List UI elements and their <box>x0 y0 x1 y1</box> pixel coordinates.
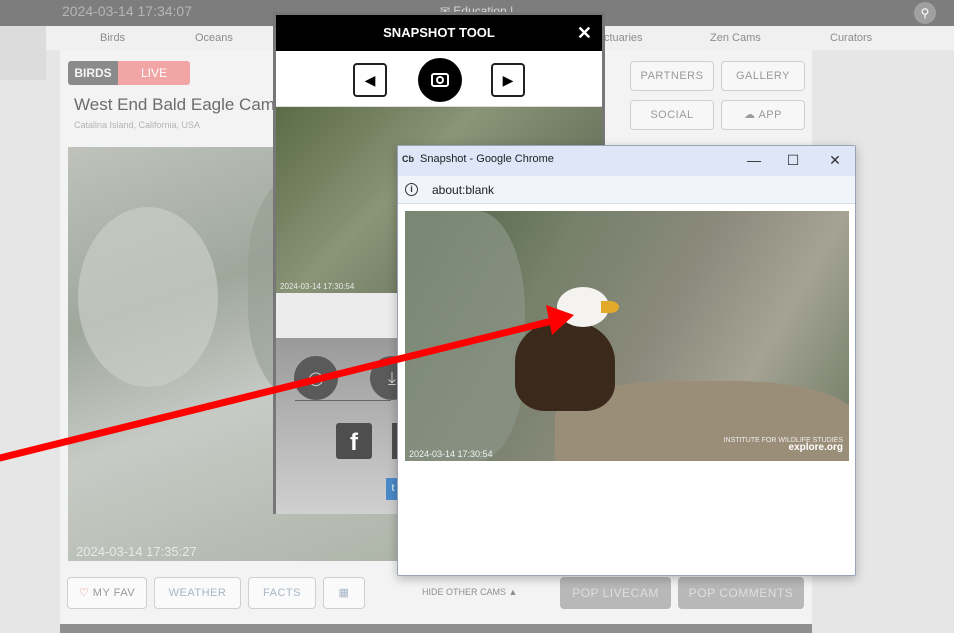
pop-livecam-button[interactable]: POP LIVECAM <box>560 577 671 609</box>
my-fav-button[interactable]: ♡ MY FAV <box>67 577 147 609</box>
nav-item-sanctuaries[interactable]: ctuaries <box>604 32 643 44</box>
chrome-popup-window: Cb Snapshot - Google Chrome — ☐ ✕ i abou… <box>397 145 856 576</box>
nav-item-curators[interactable]: Curators <box>830 32 872 44</box>
heart-icon: ♡ <box>78 587 90 599</box>
calendar-icon: ▦ <box>338 587 350 599</box>
fingerprint-share-icon[interactable]: ◎ <box>294 356 338 400</box>
cam-location: Catalina Island, California, USA <box>74 120 201 130</box>
left-panel <box>0 26 46 80</box>
calendar-button[interactable]: ▦ <box>323 577 365 609</box>
snapshot-tool-header: SNAPSHOT TOOL ✕ <box>276 15 602 51</box>
pop-comments-button[interactable]: POP COMMENTS <box>678 577 804 609</box>
video-timestamp: 2024-03-14 17:35:27 <box>76 544 197 559</box>
url-text: about:blank <box>432 183 495 197</box>
category-badge[interactable]: BIRDS <box>68 61 118 85</box>
snapshot-next-button[interactable]: ▶ <box>491 63 525 97</box>
facebook-icon[interactable]: f <box>336 423 372 459</box>
weather-button[interactable]: WEATHER <box>154 577 241 609</box>
search-icon[interactable]: ⚲ <box>914 2 936 24</box>
partners-button[interactable]: PARTNERS <box>630 61 714 91</box>
snapshot-controls: ◀ ▶ <box>276 51 602 107</box>
chrome-cb-icon: Cb <box>402 154 414 164</box>
live-badge: LIVE <box>118 61 190 85</box>
top-timestamp: 2024-03-14 17:34:07 <box>62 3 192 19</box>
camera-icon[interactable] <box>418 58 462 102</box>
chrome-window-title: Snapshot - Google Chrome <box>420 153 554 165</box>
chrome-title-bar[interactable]: Cb Snapshot - Google Chrome — ☐ ✕ <box>398 146 855 176</box>
eagle-body <box>515 321 615 411</box>
minimize-icon[interactable]: — <box>744 150 764 170</box>
cloud-download-icon: ☁ <box>744 109 756 121</box>
bottom-strip <box>60 624 812 633</box>
snapshot-prev-button[interactable]: ◀ <box>353 63 387 97</box>
social-button[interactable]: SOCIAL <box>630 100 714 130</box>
snapshot-image-timestamp: 2024-03-14 17:30:54 <box>409 449 493 459</box>
facts-button[interactable]: FACTS <box>248 577 316 609</box>
snapshot-image: 2024-03-14 17:30:54 INSTITUTE FOR WILDLI… <box>405 211 849 461</box>
gallery-button[interactable]: GALLERY <box>721 61 805 91</box>
nav-item-oceans[interactable]: Oceans <box>195 32 233 44</box>
chrome-url-bar[interactable]: i about:blank <box>398 176 855 204</box>
snapshot-close-icon[interactable]: ✕ <box>577 15 592 51</box>
hide-other-cams-toggle[interactable]: HIDE OTHER CAMS ▲ <box>422 587 517 597</box>
cam-title: West End Bald Eagle Cam <box>74 95 275 114</box>
app-button[interactable]: ☁ APP <box>721 100 805 130</box>
nav-item-zen-cams[interactable]: Zen Cams <box>710 32 761 44</box>
eagle-beak <box>601 301 619 313</box>
nav-item-birds[interactable]: Birds <box>100 32 125 44</box>
maximize-icon[interactable]: ☐ <box>783 150 803 170</box>
snapshot-tool-title: SNAPSHOT TOOL <box>383 25 495 40</box>
close-icon[interactable]: ✕ <box>825 150 845 170</box>
image-credit-explore: explore.org <box>788 442 843 453</box>
snapshot-preview-timestamp: 2024-03-14 17:30:54 <box>280 282 355 291</box>
info-icon[interactable]: i <box>405 183 418 196</box>
